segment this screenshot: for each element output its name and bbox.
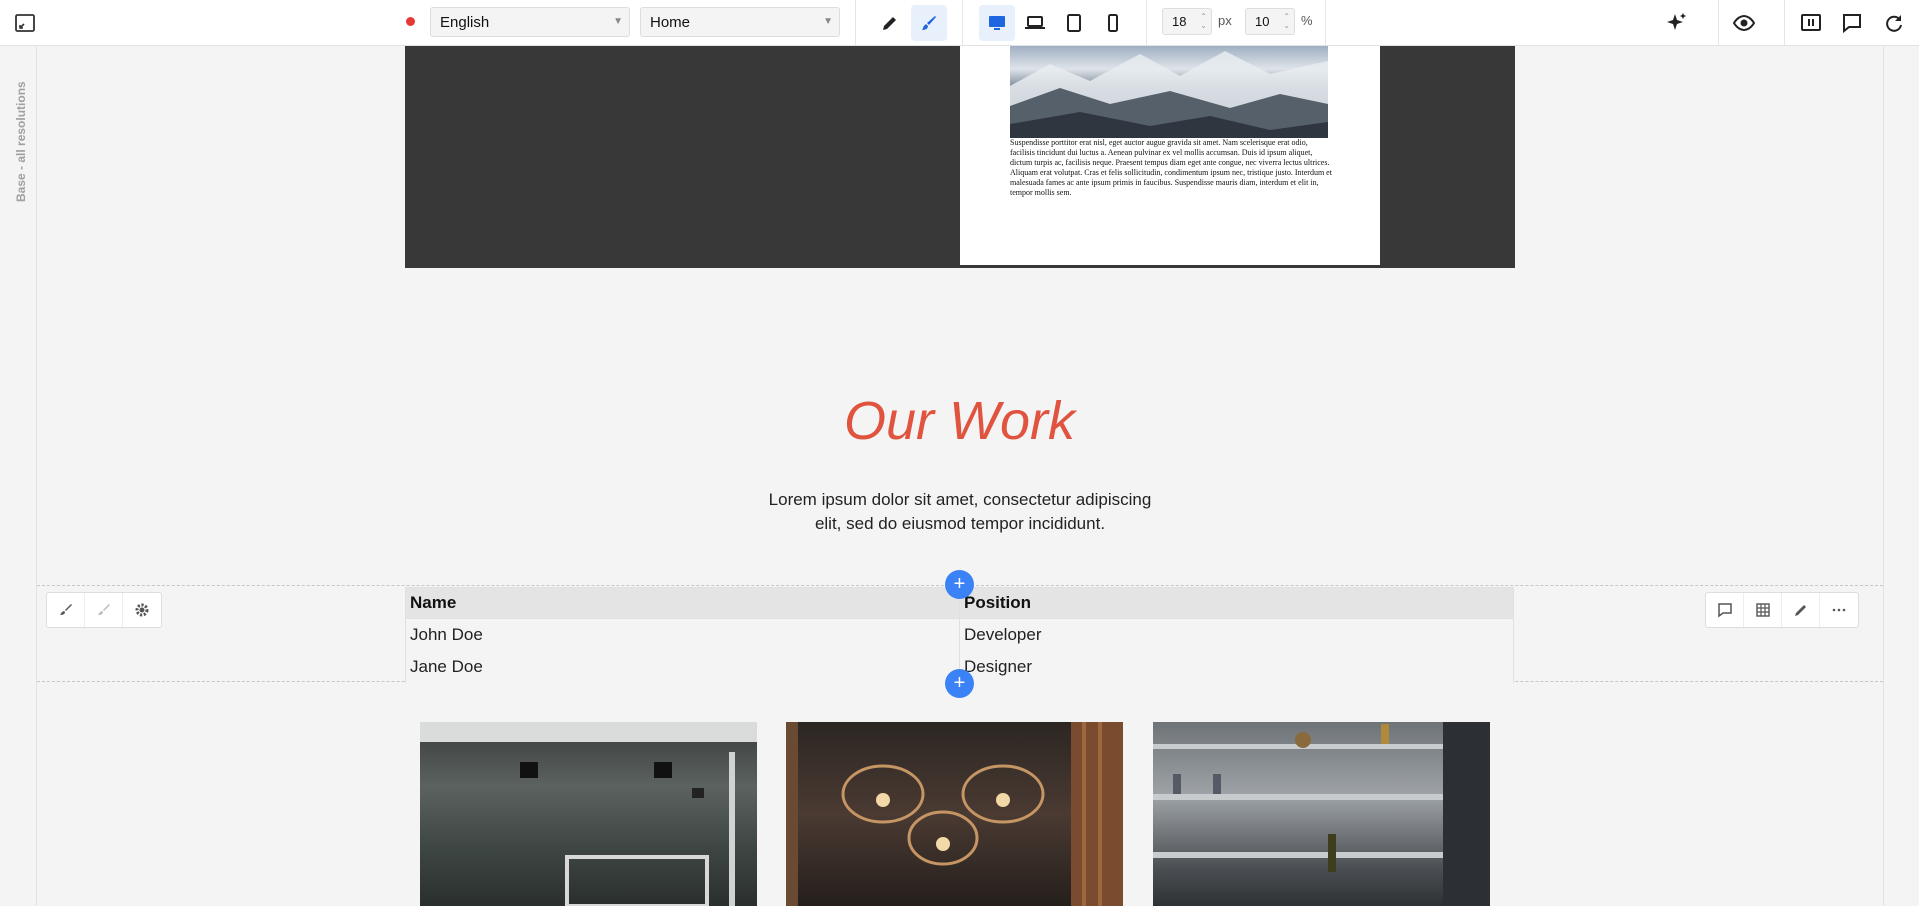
language-select[interactable]: English ▼ — [430, 7, 630, 37]
gallery-image-shower[interactable] — [420, 722, 757, 906]
add-section-above-button[interactable]: + — [945, 570, 974, 599]
hero-card-text: Suspendisse porttitor erat nisl, eget au… — [1010, 138, 1332, 197]
hero-section[interactable]: Suspendisse porttitor erat nisl, eget au… — [405, 46, 1515, 268]
laptop-icon[interactable] — [1017, 5, 1053, 41]
mountain-image — [1010, 46, 1328, 138]
right-rail — [1883, 46, 1919, 906]
table-cell[interactable]: Jane Doe — [405, 650, 960, 683]
refresh-icon[interactable] — [1876, 5, 1912, 41]
lead-line-2: elit, sed do eiusmod tempor incididunt. — [814, 514, 1106, 533]
comment-icon[interactable] — [1706, 593, 1744, 627]
status-dot — [406, 17, 415, 26]
spinner-arrows-icon[interactable]: ⌃ ⌄ — [1200, 12, 1207, 30]
tablet-icon[interactable] — [1056, 5, 1092, 41]
section-heading: Our Work — [843, 391, 1075, 451]
column-header-position[interactable]: Position — [959, 587, 1514, 619]
spacing-value: 18 — [1172, 14, 1187, 29]
brush-icon[interactable] — [911, 5, 947, 41]
pencil-icon[interactable] — [872, 5, 908, 41]
spinner-arrows-icon[interactable]: ⌃ ⌄ — [1283, 12, 1290, 30]
hero-card[interactable]: Suspendisse porttitor erat nisl, eget au… — [960, 46, 1380, 265]
table-row: John Doe Developer — [405, 618, 1514, 651]
gear-icon[interactable] — [123, 593, 161, 627]
grid-icon[interactable] — [1744, 593, 1782, 627]
brush-light-icon[interactable] — [85, 593, 123, 627]
panel-icon[interactable] — [1793, 5, 1829, 41]
comment-icon[interactable] — [1834, 5, 1870, 41]
page-select[interactable]: Home ▼ — [640, 7, 840, 37]
spacing-unit: px — [1218, 13, 1232, 28]
breakpoint-label: Base - all resolutions — [14, 81, 28, 202]
chevron-down-icon: ▼ — [823, 16, 833, 27]
more-icon[interactable] — [1820, 593, 1858, 627]
gallery-image-bar-shelf[interactable] — [1153, 722, 1490, 906]
chevron-down-icon: ▼ — [613, 16, 623, 27]
add-section-below-button[interactable]: + — [945, 669, 974, 698]
percent-input[interactable]: 10 ⌃ ⌄ — [1245, 8, 1295, 35]
spacing-input[interactable]: 18 ⌃ ⌄ — [1162, 8, 1212, 35]
percent-unit: % — [1301, 13, 1313, 28]
desktop-icon[interactable] — [979, 5, 1015, 41]
table-cell[interactable]: Designer — [959, 650, 1514, 683]
row-tools-left — [46, 592, 162, 628]
gallery-image-lamps[interactable] — [786, 722, 1123, 906]
brush-icon[interactable] — [47, 593, 85, 627]
pencil-icon[interactable] — [1782, 593, 1820, 627]
table-cell[interactable]: Developer — [959, 618, 1514, 651]
percent-value: 10 — [1255, 14, 1270, 29]
expand-icon[interactable] — [7, 5, 43, 41]
top-toolbar: English ▼ Home ▼ 18 ⌃ ⌄ px 10 ⌃ ⌄ % — [0, 0, 1919, 46]
section-lead: Lorem ipsum dolor sit amet, consectetur … — [720, 488, 1200, 536]
row-tools-right — [1705, 592, 1859, 628]
column-header-name[interactable]: Name — [405, 587, 960, 619]
page-value: Home — [650, 13, 691, 31]
lead-line-1: Lorem ipsum dolor sit amet, consectetur … — [768, 490, 1152, 509]
ai-sparkle-icon[interactable] — [1659, 5, 1695, 41]
table-cell[interactable]: John Doe — [405, 618, 960, 651]
preview-eye-icon[interactable] — [1726, 5, 1762, 41]
mobile-icon[interactable] — [1095, 5, 1131, 41]
language-value: English — [440, 13, 490, 31]
